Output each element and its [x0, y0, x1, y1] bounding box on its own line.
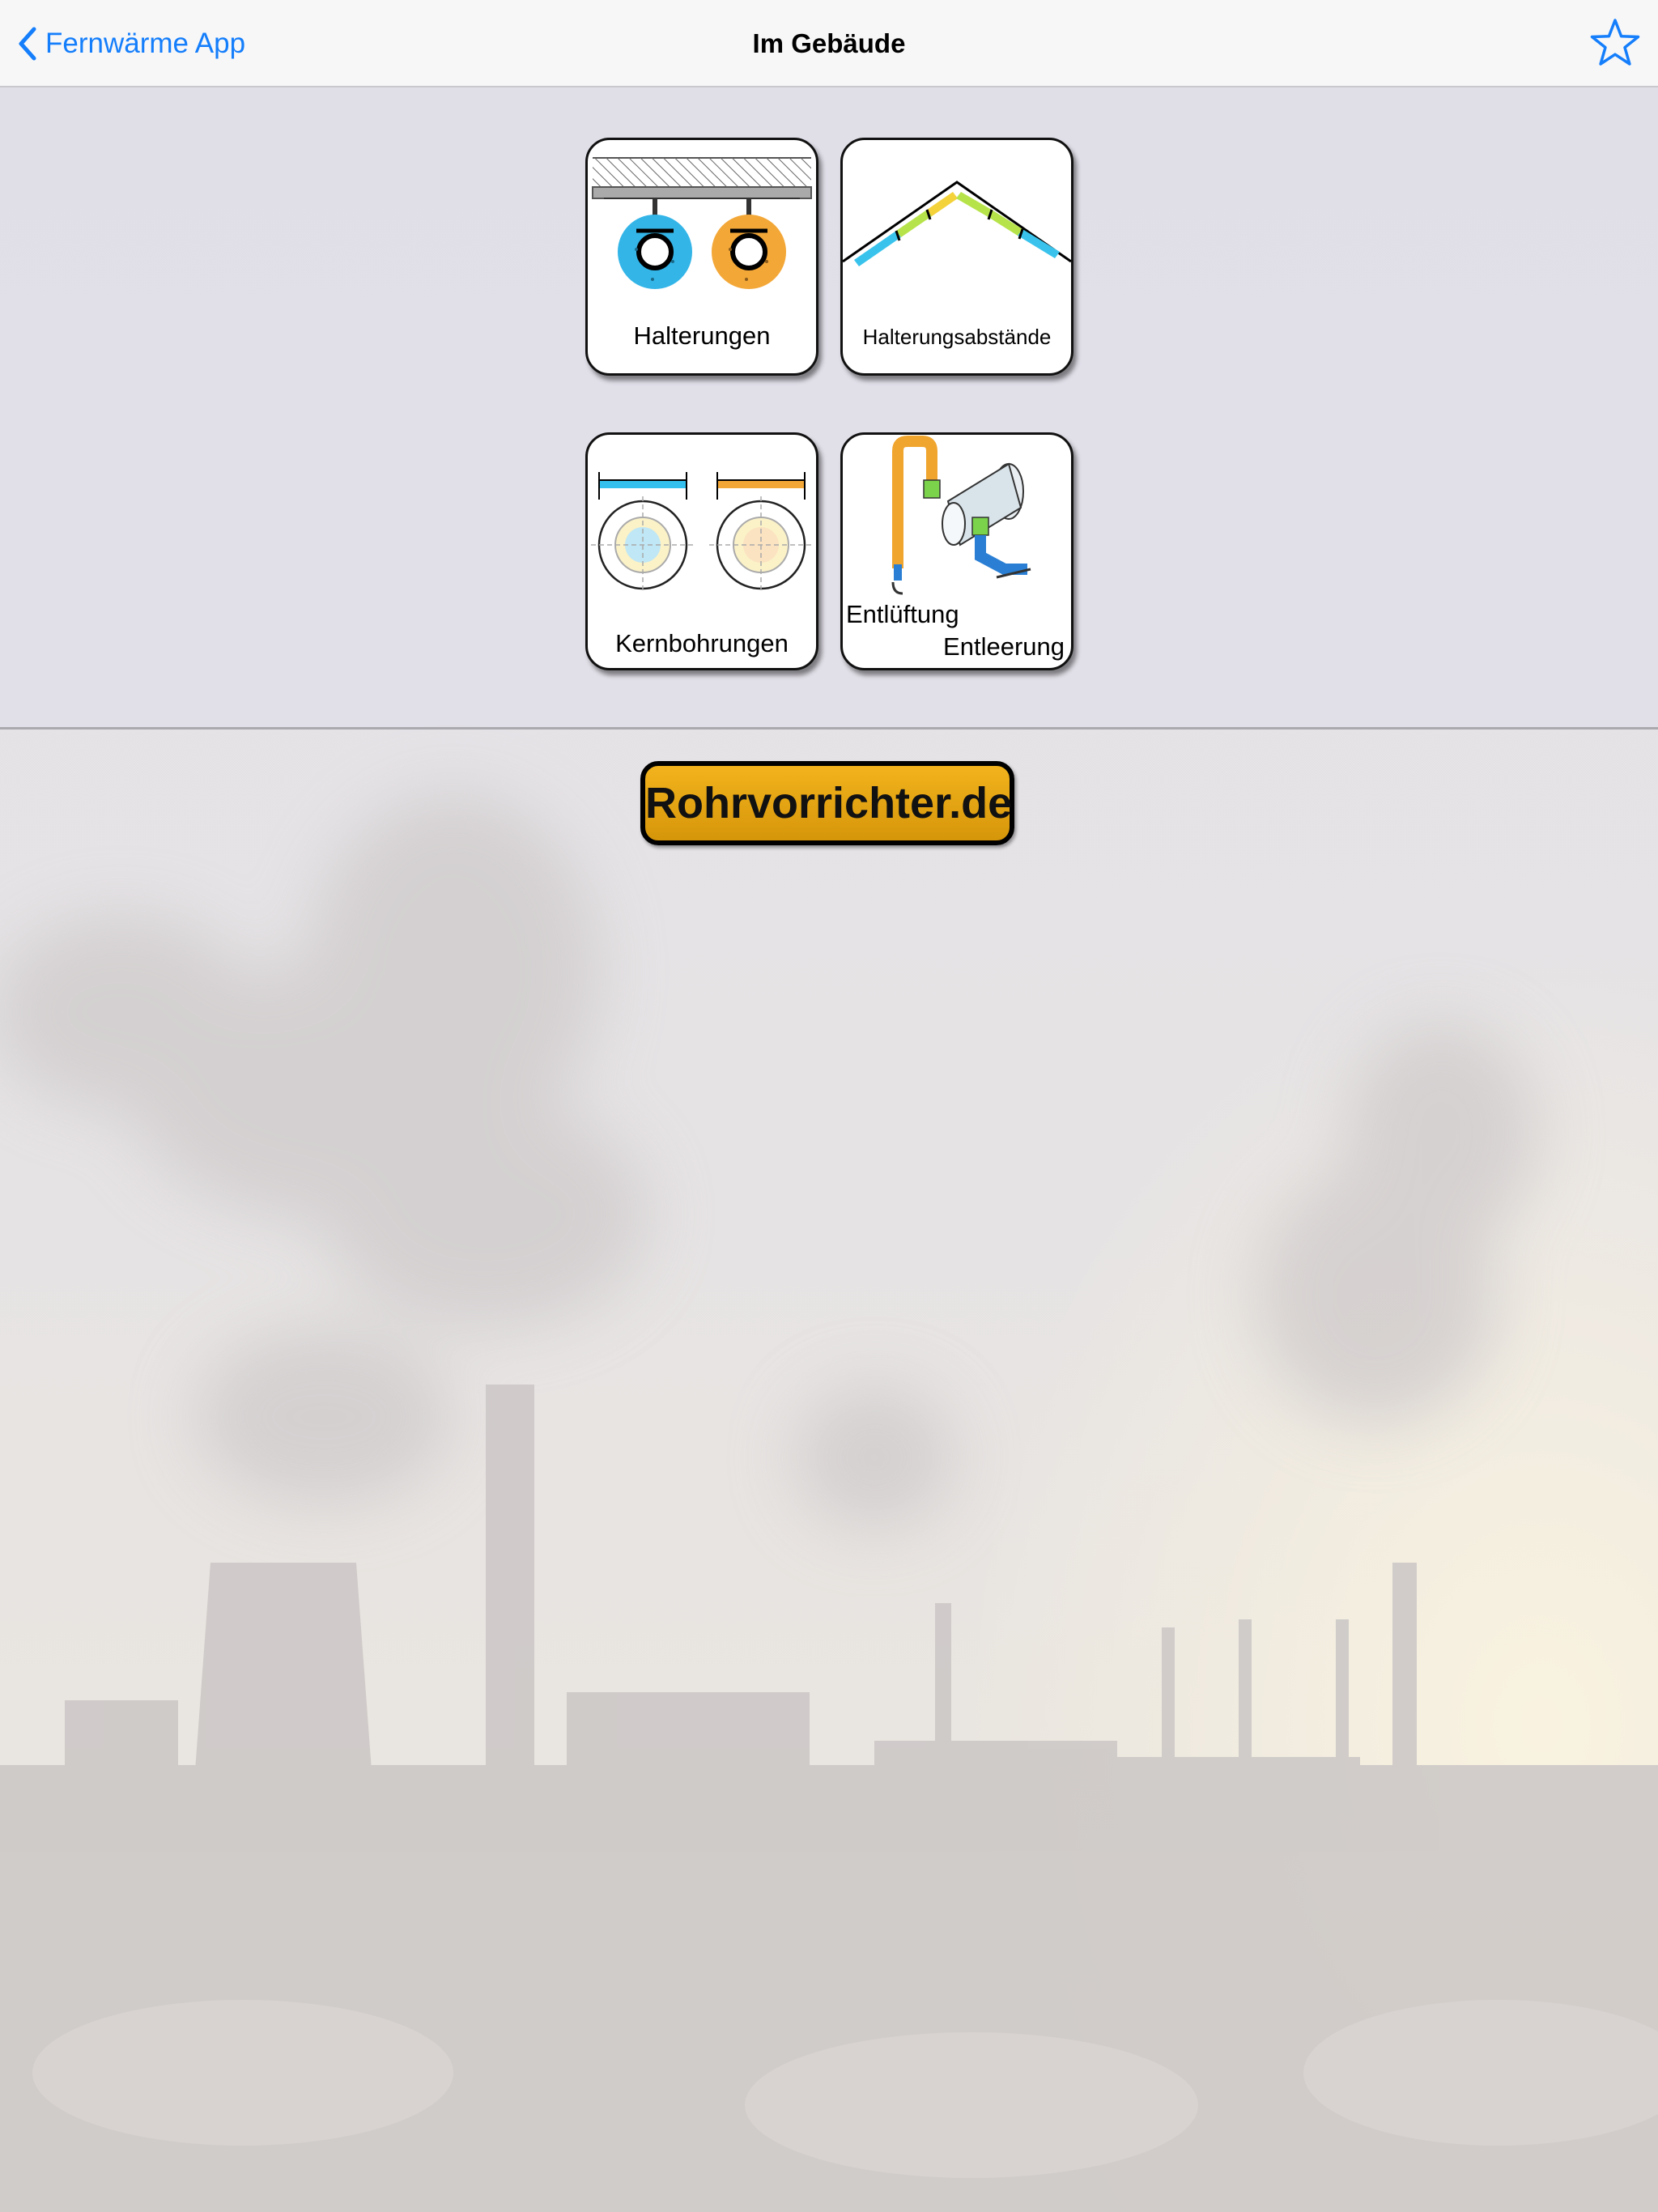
tile-label: Kernbohrungen [615, 629, 789, 657]
tile-halterungen[interactable]: Halterungen [585, 138, 818, 376]
menu-panel: Halterungen Halterungsabstände Kernbohru… [0, 87, 1658, 730]
tile-label-line1: Entlüftung [846, 600, 959, 628]
venting-draining-icon [891, 436, 1031, 595]
page-title: Im Gebäude [752, 28, 906, 58]
tile-entlueftung-entleerung[interactable]: Entlüftung Entleerung [840, 432, 1073, 670]
back-button-label: Fernwärme App [45, 28, 246, 59]
tile-label: Halterungsabstände [862, 325, 1052, 349]
tile-label-line2: Entleerung [943, 632, 1065, 661]
tile-kernbohrungen[interactable]: Kernbohrungen [585, 432, 818, 670]
support-spacing-icon [843, 181, 1071, 266]
tile-label: Halterungen [633, 321, 771, 350]
tile-halterungsabstaende[interactable]: Halterungsabstände [840, 138, 1073, 376]
rohrvorrichter-link-button[interactable]: Rohrvorrichter.de [640, 761, 1014, 845]
chevron-left-icon [19, 27, 36, 61]
back-button[interactable]: Fernwärme App [18, 23, 245, 65]
pipe-hangers-icon [592, 157, 812, 289]
navigation-bar: Fernwärme App Im Gebäude [0, 0, 1658, 87]
favorite-button[interactable] [1588, 16, 1642, 70]
star-outline-icon [1590, 19, 1640, 66]
core-drilling-icon [591, 472, 813, 593]
